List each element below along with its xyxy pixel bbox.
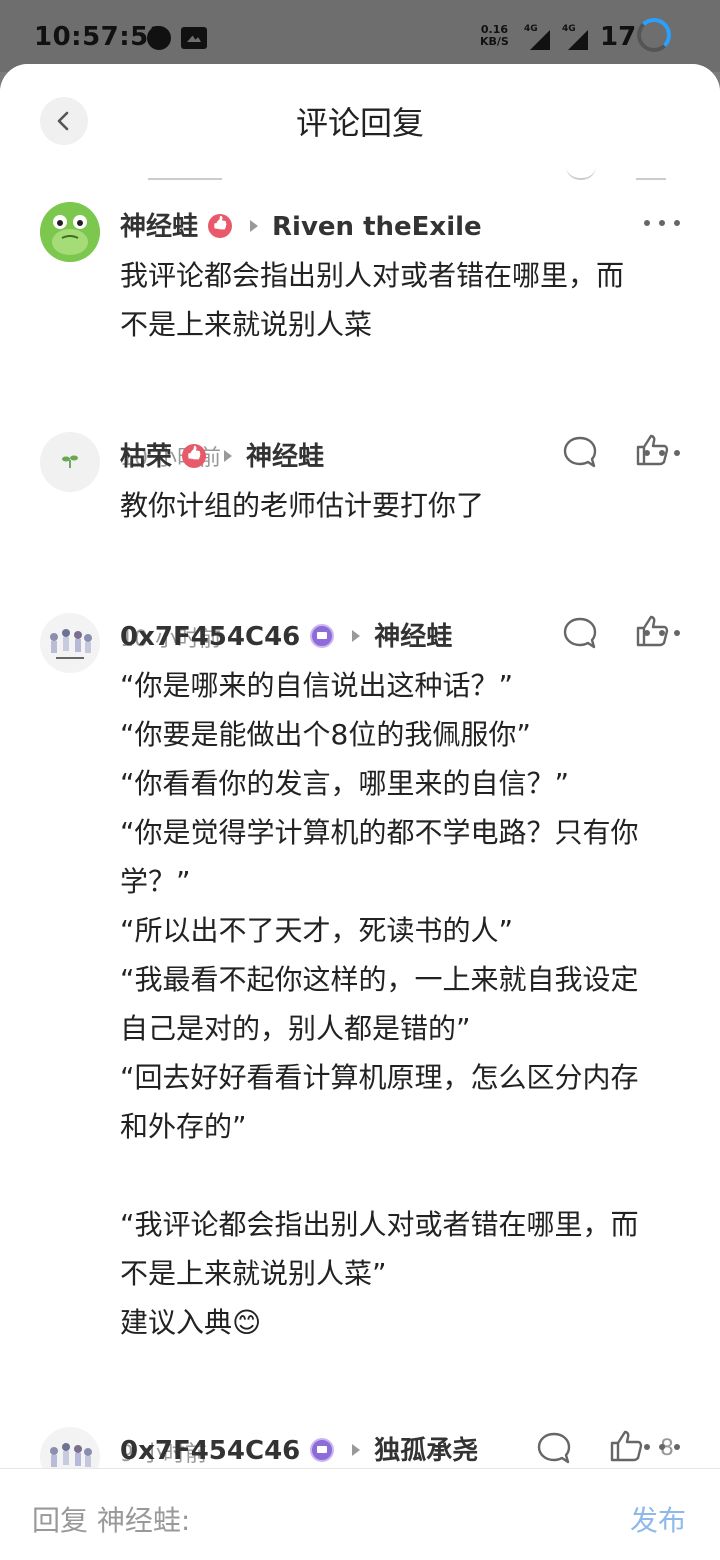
comment-text: 教你计组的老师估计要打你了 [120,489,485,522]
reply-arrow-icon [352,1443,361,1456]
more-options-icon[interactable] [644,220,680,228]
signal-icon: 4G [562,24,588,50]
avatar[interactable] [40,202,100,262]
scrolled-icon-fragment [636,164,666,180]
thumb-badge-icon [208,213,233,238]
status-bar: 10:57:51 0.16 KB/S 4G 4G 17 [0,0,720,72]
reply-target[interactable]: 神经蛙 [374,622,452,652]
reply-icon[interactable] [562,615,598,651]
comment-text: 我评论都会指出别人对或者错在哪里，而 不是上来就说别人菜 [120,259,625,341]
anime-avatar-icon [40,1427,100,1468]
page-title: 评论回复 [295,104,424,142]
reply-arrow-icon [352,629,361,642]
reply-icon[interactable] [562,434,598,470]
like-icon[interactable] [608,1428,644,1464]
reply-target[interactable]: 神经蛙 [246,442,324,472]
reply-target[interactable]: Riven theExile [272,212,482,242]
comment-author[interactable]: 0x7F454C46 神经蛙 [120,616,452,653]
battery-level: 17 [600,22,637,52]
vip-badge-icon [310,1437,335,1462]
thumb-badge-icon [182,443,207,468]
comment-list[interactable]: 神经蛙Riven theExile 我评论都会指出别人对或者错在哪里，而 不是上… [0,164,720,1468]
avatar[interactable] [40,432,100,492]
reply-input[interactable]: 回复 神经蛙: [32,1499,190,1539]
comment-author[interactable]: 0x7F454C46 独孤承尧 [120,1430,478,1467]
reply-arrow-icon [224,449,233,462]
reply-icon[interactable] [536,1430,572,1466]
reply-arrow-icon [250,219,259,232]
comment-text: “你是哪来的自信说出这种话？” “你要是能做出个8位的我佩服你” “你看看你的发… [120,669,639,1339]
comment-author[interactable]: 枯荣神经蛙 [120,436,324,473]
more-options-icon[interactable] [644,450,680,458]
scrolled-text-fragment [148,164,222,180]
reply-target[interactable]: 独孤承尧 [374,1436,478,1466]
reply-sheet: 评论回复 神经蛙Riven theExile 我评论都会指出别人对或者错在哪里，… [0,64,720,1560]
chat-bubble-icon [147,26,171,50]
reply-composer: 回复 神经蛙: 发布 [0,1468,720,1560]
signal-icon: 4G [524,24,550,50]
more-options-icon[interactable] [644,1444,680,1452]
vip-badge-icon [310,623,335,648]
avatar[interactable] [40,1427,100,1468]
battery-ring-icon [637,18,671,52]
send-button[interactable]: 发布 [630,1499,686,1539]
header: 评论回复 [0,64,720,164]
anime-avatar-icon [40,613,100,673]
scrolled-icon-fragment [566,164,596,180]
frog-avatar-icon [40,202,100,262]
sprout-avatar-icon [40,432,100,492]
more-options-icon[interactable] [644,630,680,638]
comment-author[interactable]: 神经蛙Riven theExile [120,206,482,243]
avatar[interactable] [40,613,100,673]
image-notification-icon [181,27,207,49]
network-speed: 0.16 KB/S [480,23,509,48]
